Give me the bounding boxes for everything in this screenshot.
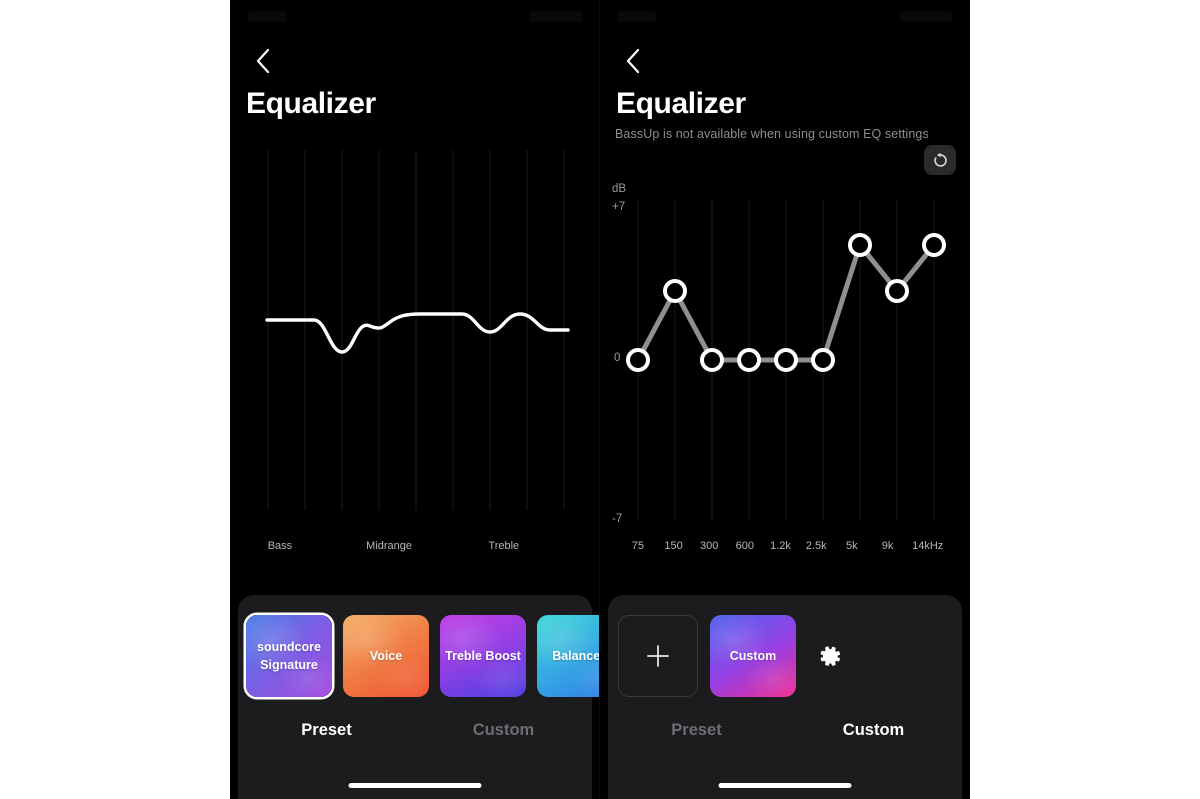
left-tab-bar: Preset Custom: [238, 721, 592, 740]
tab-preset[interactable]: Preset: [608, 721, 785, 740]
preset-tile-custom[interactable]: Custom: [710, 615, 796, 697]
page-title: Equalizer: [246, 87, 376, 120]
tab-preset[interactable]: Preset: [238, 721, 415, 740]
eq-handle-150hz[interactable]: [663, 279, 687, 303]
x-tick-5k: 5k: [846, 540, 858, 552]
left-graph-x-axis: Bass Midrange Treble: [230, 540, 600, 552]
custom-eq-graph[interactable]: [600, 200, 970, 520]
left-phone-screen: Equalizer Bass Midrange Treble soundcore…: [230, 0, 600, 799]
x-tick-bass: Bass: [267, 540, 293, 552]
preset-tile-voice[interactable]: Voice: [343, 615, 429, 697]
preset-label-line1: soundcore: [257, 639, 321, 654]
plus-icon: [647, 645, 669, 667]
status-bar: [230, 0, 600, 30]
x-tick-600: 600: [735, 540, 755, 552]
page-subtitle: BassUp is not available when using custo…: [615, 127, 929, 141]
chevron-left-icon: [256, 48, 270, 74]
status-bar-indicators: [900, 11, 952, 22]
back-button[interactable]: [246, 44, 280, 78]
preset-tile-label: Voice: [369, 648, 403, 663]
eq-handle-2500hz[interactable]: [811, 348, 835, 372]
reset-rotate-ccw-icon: [933, 152, 947, 167]
eq-handle-300hz[interactable]: [700, 348, 724, 372]
preset-tile-balanced[interactable]: Balanced: [537, 615, 600, 697]
x-tick-9k: 9k: [881, 540, 894, 552]
axis-unit-label: dB: [612, 183, 627, 195]
tab-custom[interactable]: Custom: [415, 721, 592, 740]
status-bar-indicators: [530, 11, 582, 22]
x-tick-75: 75: [631, 540, 644, 552]
home-indicator: [348, 783, 482, 788]
x-tick-2500: 2.5k: [805, 540, 827, 552]
preset-tile-list: soundcore Signature Voice Treble Boost B…: [246, 615, 600, 697]
preset-response-graph: [230, 150, 600, 510]
x-tick-14khz: 14kHz: [912, 540, 944, 552]
graph-gridlines: [267, 150, 565, 510]
preset-tile-label: Custom: [729, 648, 777, 663]
x-tick-treble: Treble: [488, 540, 520, 552]
eq-settings-button[interactable]: [808, 615, 852, 697]
custom-eq-x-axis: 75 150 300 600 1.2k 2.5k 5k 9k 14kHz: [600, 540, 970, 552]
left-bottom-sheet: soundcore Signature Voice Treble Boost B…: [238, 595, 600, 799]
eq-handle-5k[interactable]: [848, 233, 872, 257]
custom-tile-list: Custom: [618, 615, 852, 697]
x-tick-1200: 1.2k: [770, 540, 791, 552]
status-bar: [600, 0, 970, 30]
right-phone-screen: Equalizer BassUp is not available when u…: [600, 0, 970, 799]
eq-handle-1200hz[interactable]: [774, 348, 798, 372]
preset-tile-label: Balanced: [552, 648, 600, 663]
gear-icon: [820, 645, 840, 666]
reset-button[interactable]: [924, 145, 956, 175]
screenshot-stage: Equalizer Bass Midrange Treble soundcore…: [0, 0, 1200, 799]
add-custom-eq-button[interactable]: [618, 615, 698, 697]
status-bar-time: [248, 11, 286, 22]
preset-label-line2: Signature: [260, 658, 318, 672]
home-indicator: [718, 783, 852, 788]
eq-handle-600hz[interactable]: [737, 348, 761, 372]
preset-tile-soundcore-signature[interactable]: soundcore Signature: [246, 615, 332, 697]
preset-tile-label: soundcore Signature: [253, 638, 325, 674]
eq-handle-14khz[interactable]: [922, 233, 946, 257]
eq-handle-75hz[interactable]: [626, 348, 650, 372]
preset-tile-treble-boost[interactable]: Treble Boost: [440, 615, 526, 697]
back-button[interactable]: [616, 44, 650, 78]
page-title: Equalizer: [616, 87, 746, 120]
right-bottom-sheet: Custom Preset Custom: [608, 595, 962, 799]
preset-tile-label: Treble Boost: [445, 648, 521, 663]
chevron-left-icon: [626, 48, 640, 74]
preset-response-svg: [265, 150, 570, 510]
eq-handle-9k[interactable]: [885, 279, 909, 303]
x-tick-150: 150: [664, 540, 683, 552]
custom-eq-svg: [626, 200, 946, 520]
panel-seam: [599, 0, 600, 799]
right-tab-bar: Preset Custom: [608, 721, 962, 740]
status-bar-time: [618, 11, 656, 22]
x-tick-midrange: Midrange: [366, 540, 413, 552]
eq-response-curve: [265, 312, 570, 354]
x-tick-300: 300: [700, 540, 719, 552]
tab-custom[interactable]: Custom: [785, 721, 962, 740]
